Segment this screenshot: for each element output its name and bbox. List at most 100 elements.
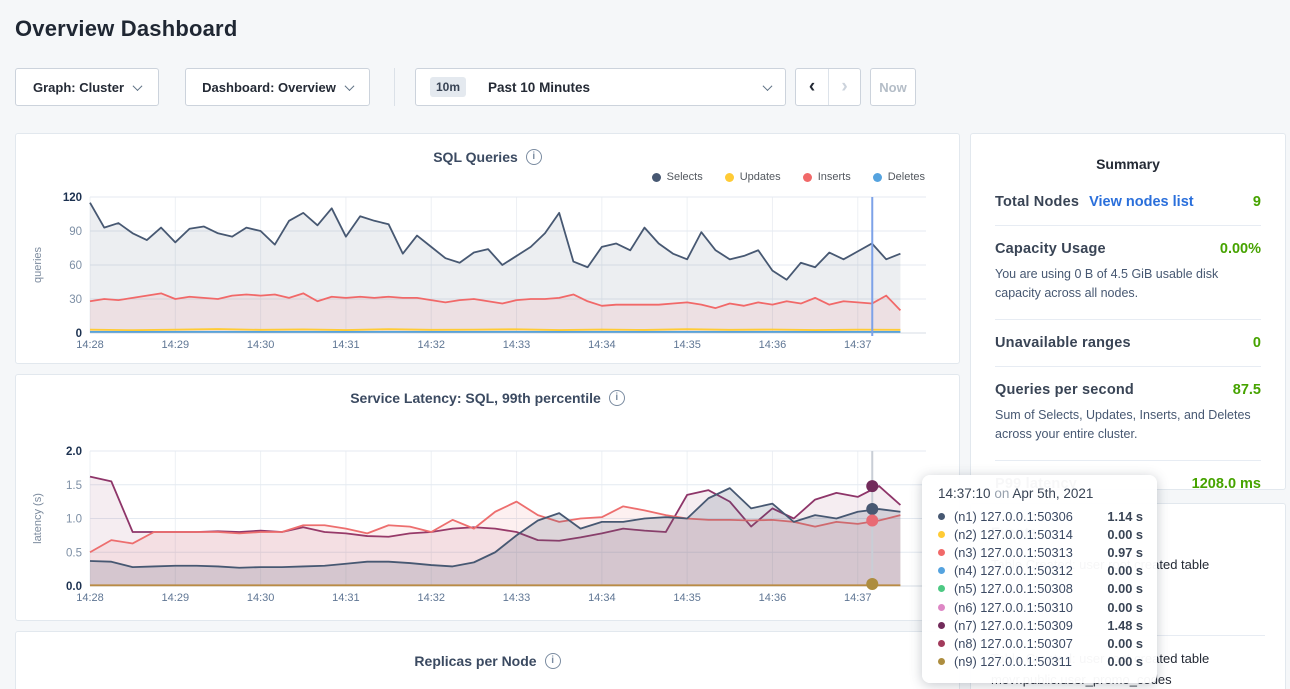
series-dot-icon bbox=[938, 531, 945, 538]
tooltip-node-row: (n1) 127.0.0.1:503061.14 s bbox=[938, 507, 1143, 525]
time-range-label: Past 10 Minutes bbox=[488, 80, 590, 95]
summary-stat-row: Capacity Usage 0.00% bbox=[995, 241, 1261, 257]
svg-text:120: 120 bbox=[63, 192, 82, 204]
chevron-down-icon bbox=[763, 81, 773, 91]
svg-text:queries: queries bbox=[32, 246, 44, 283]
svg-text:14:30: 14:30 bbox=[247, 339, 275, 351]
svg-text:14:34: 14:34 bbox=[588, 339, 616, 351]
info-icon[interactable]: i bbox=[545, 653, 561, 669]
summary-stat-value: 0 bbox=[1253, 335, 1261, 351]
legend-label: Inserts bbox=[818, 171, 851, 183]
view-nodes-list-link[interactable]: View nodes list bbox=[1089, 194, 1194, 210]
svg-text:14:33: 14:33 bbox=[503, 339, 531, 351]
series-dot-icon bbox=[938, 585, 945, 592]
summary-stat-row: Queries per second 87.5 bbox=[995, 382, 1261, 398]
svg-text:latency (s): latency (s) bbox=[32, 493, 44, 544]
svg-text:14:31: 14:31 bbox=[332, 592, 360, 604]
summary-stat-label: Capacity Usage bbox=[995, 241, 1106, 257]
legend-dot-icon bbox=[803, 173, 812, 182]
divider bbox=[995, 366, 1261, 367]
info-icon[interactable]: i bbox=[526, 149, 542, 165]
series-dot-icon bbox=[938, 567, 945, 574]
tooltip-node-label: (n6) 127.0.0.1:50310 bbox=[954, 600, 1073, 615]
dashboard-selector-label: Dashboard: Overview bbox=[202, 80, 336, 95]
summary-stat: Unavailable ranges 0 bbox=[995, 335, 1261, 351]
time-range-dropdown[interactable]: 10m Past 10 Minutes bbox=[415, 68, 786, 106]
legend-item[interactable]: Inserts bbox=[803, 171, 851, 183]
dashboard-selector-dropdown[interactable]: Dashboard: Overview bbox=[185, 68, 370, 106]
tooltip-node-value: 0.00 s bbox=[1107, 527, 1143, 542]
service-latency-chart[interactable]: 14:2814:2914:3014:3114:3214:3314:3414:35… bbox=[28, 425, 944, 609]
summary-stat-description: You are using 0 B of 4.5 GiB usable disk… bbox=[995, 265, 1261, 304]
time-step-buttons: ‹ › bbox=[795, 68, 861, 106]
tooltip-node-row: (n5) 127.0.0.1:50308 0.00 s bbox=[938, 580, 1143, 598]
summary-title: Summary bbox=[995, 156, 1261, 172]
legend-label: Updates bbox=[740, 171, 781, 183]
summary-panel: Summary Total NodesView nodes list9 Capac… bbox=[970, 133, 1286, 490]
svg-text:60: 60 bbox=[69, 260, 82, 272]
summary-stat-value: 87.5 bbox=[1233, 382, 1261, 398]
chevron-down-icon bbox=[344, 81, 354, 91]
tooltip-node-value: 0.00 s bbox=[1107, 636, 1143, 651]
charts-column: SQL Queries i SelectsUpdatesInsertsDelet… bbox=[15, 133, 960, 689]
svg-text:14:30: 14:30 bbox=[247, 592, 275, 604]
prev-time-button[interactable]: ‹ bbox=[796, 69, 828, 105]
legend-item[interactable]: Updates bbox=[725, 171, 781, 183]
summary-stat-value: 1208.0 ms bbox=[1192, 476, 1261, 492]
tooltip-node-label: (n7) 127.0.0.1:50309 bbox=[954, 618, 1073, 633]
replicas-chart-title: Replicas per Node bbox=[414, 653, 536, 669]
summary-stat-label: Queries per second bbox=[995, 382, 1134, 398]
summary-stat-description: Sum of Selects, Updates, Inserts, and De… bbox=[995, 406, 1261, 445]
tooltip-node-row: (n7) 127.0.0.1:503091.48 s bbox=[938, 616, 1143, 634]
tooltip-sep: on bbox=[994, 486, 1009, 501]
summary-stat-row: Total NodesView nodes list9 bbox=[995, 194, 1261, 210]
tooltip-node-label: (n8) 127.0.0.1:50307 bbox=[954, 636, 1073, 651]
series-dot-icon bbox=[938, 549, 945, 556]
tooltip-node-row: (n3) 127.0.0.1:503130.97 s bbox=[938, 543, 1143, 561]
controls-divider bbox=[394, 68, 395, 106]
svg-text:1.0: 1.0 bbox=[66, 514, 82, 526]
info-icon[interactable]: i bbox=[609, 390, 625, 406]
next-time-button: › bbox=[828, 69, 860, 105]
svg-text:14:35: 14:35 bbox=[673, 592, 701, 604]
dashboard-controls: Graph: Cluster Dashboard: Overview 10m P… bbox=[15, 68, 1286, 106]
svg-text:14:31: 14:31 bbox=[332, 339, 360, 351]
svg-text:14:36: 14:36 bbox=[759, 339, 787, 351]
summary-stats: Total NodesView nodes list9 Capacity Usag… bbox=[995, 194, 1261, 492]
divider bbox=[995, 225, 1261, 226]
tooltip-node-row: (n2) 127.0.0.1:50314 0.00 s bbox=[938, 525, 1143, 543]
tooltip-node-label: (n2) 127.0.0.1:50314 bbox=[954, 527, 1073, 542]
tooltip-node-label: (n9) 127.0.0.1:50311 bbox=[954, 654, 1072, 669]
tooltip-node-row: (n6) 127.0.0.1:503100.00 s bbox=[938, 598, 1143, 616]
legend-label: Selects bbox=[667, 171, 703, 183]
tooltip-rows: (n1) 127.0.0.1:503061.14 s(n2) 127.0.0.1… bbox=[938, 507, 1143, 671]
tooltip-time: 14:37:10 bbox=[938, 486, 991, 501]
tooltip-node-row: (n9) 127.0.0.1:503110.00 s bbox=[938, 653, 1143, 671]
graph-selector-dropdown[interactable]: Graph: Cluster bbox=[15, 68, 159, 106]
service-latency-chart-title: Service Latency: SQL, 99th percentile bbox=[350, 390, 601, 406]
svg-text:30: 30 bbox=[69, 294, 82, 306]
now-button: Now bbox=[870, 68, 916, 106]
summary-stat: Capacity Usage 0.00% You are using 0 B of … bbox=[995, 241, 1261, 304]
tooltip-node-value: 0.00 s bbox=[1107, 563, 1143, 578]
svg-text:14:28: 14:28 bbox=[76, 339, 104, 351]
tooltip-node-label: (n5) 127.0.0.1:50308 bbox=[954, 581, 1073, 596]
tooltip-node-value: 0.00 s bbox=[1107, 581, 1143, 596]
legend-item[interactable]: Deletes bbox=[873, 171, 925, 183]
summary-stat-value: 0.00% bbox=[1220, 241, 1261, 257]
svg-text:14:29: 14:29 bbox=[162, 339, 190, 351]
summary-stat-label: Unavailable ranges bbox=[995, 335, 1131, 351]
sql-queries-chart-card: SQL Queries i SelectsUpdatesInsertsDelet… bbox=[15, 133, 960, 364]
svg-text:14:32: 14:32 bbox=[417, 592, 445, 604]
legend-dot-icon bbox=[725, 173, 734, 182]
sql-queries-chart[interactable]: 14:2814:2914:3014:3114:3214:3314:3414:35… bbox=[28, 186, 944, 352]
svg-text:14:36: 14:36 bbox=[759, 592, 787, 604]
tooltip-node-value: 1.14 s bbox=[1107, 509, 1143, 524]
overview-dashboard-page: Overview Dashboard Graph: Cluster Dashbo… bbox=[0, 0, 1290, 689]
summary-stat: Queries per second 87.5 Sum of Selects, Up… bbox=[995, 382, 1261, 445]
legend-dot-icon bbox=[652, 173, 661, 182]
divider bbox=[995, 319, 1261, 320]
series-dot-icon bbox=[938, 622, 945, 629]
legend-item[interactable]: Selects bbox=[652, 171, 703, 183]
page-title: Overview Dashboard bbox=[15, 16, 1286, 42]
